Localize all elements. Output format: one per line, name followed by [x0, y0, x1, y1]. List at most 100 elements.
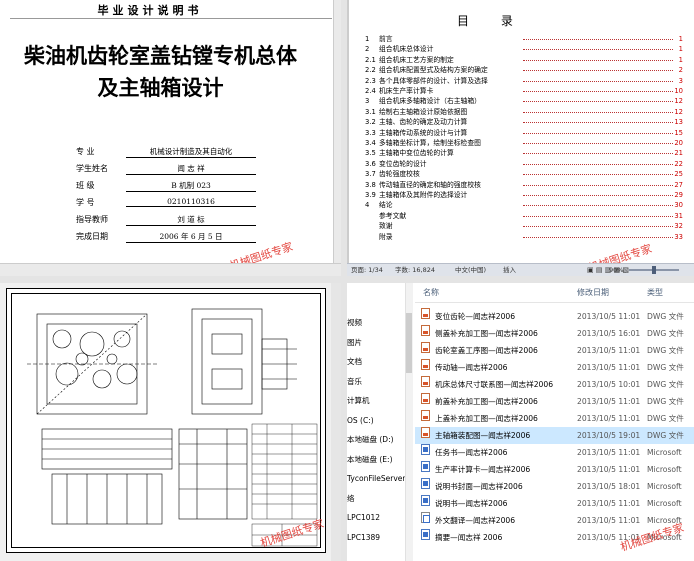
- nav-item[interactable]: 计算机: [347, 394, 370, 408]
- toc-entry-page: 31: [674, 211, 683, 220]
- nav-item[interactable]: 络: [347, 492, 355, 506]
- toc-entry[interactable]: 3.3 主轴箱传动系统的设计与计算 15: [365, 128, 683, 138]
- file-row[interactable]: 生产率计算卡—闻志祥2006 2013/10/5 11:01 Microsoft: [415, 461, 694, 478]
- nav-item[interactable]: LPC1012: [347, 511, 380, 525]
- file-row[interactable]: 机床总体尺寸联系图—闻志祥2006 2013/10/5 10:01 DWG 文件: [415, 376, 694, 393]
- toc-entry[interactable]: 3.1 绘制右主轴箱设计原始依据图 12: [365, 107, 683, 117]
- toc-entry-title: 机床生产率计算卡: [379, 87, 434, 95]
- file-row[interactable]: 侧盖补充加工图—闻志祥2006 2013/10/5 16:01 DWG 文件: [415, 325, 694, 342]
- status-language[interactable]: 中文(中国): [455, 264, 486, 276]
- toc-entry-number: 2.4: [365, 87, 376, 95]
- toc-entry[interactable]: 2.1 组合机床工艺方案的制定 1: [365, 55, 683, 65]
- toc-entry-number: 3.6: [365, 159, 376, 168]
- toc-leader-dots: [523, 153, 673, 155]
- file-type: DWG 文件: [647, 380, 684, 389]
- file-type: DWG 文件: [647, 363, 684, 372]
- toc-leader-dots: [523, 174, 673, 176]
- toc-entry-title: 组合机床工艺方案的制定: [379, 55, 454, 64]
- toc-entry-title: 致谢: [379, 222, 393, 231]
- word-document-icon: [421, 512, 430, 523]
- toc-entry[interactable]: 3.6 变位齿轮的设计 22: [365, 159, 683, 169]
- file-date: 2013/10/5 18:01: [577, 482, 641, 491]
- cover-field-value: B 机制 023: [126, 180, 256, 192]
- panel-divider-horizontal: [0, 276, 694, 283]
- column-date[interactable]: 修改日期: [577, 283, 609, 303]
- toc-entry[interactable]: 3.5 主轴箱中变位齿轮的计算 21: [365, 148, 683, 158]
- toc-leader-dots: [523, 226, 673, 228]
- file-row[interactable]: 前盖补充加工图—闻志祥2006 2013/10/5 11:01 DWG 文件: [415, 393, 694, 410]
- toc-entry[interactable]: 2.2 组合机床配置型式及结构方案的确定 2: [365, 65, 683, 75]
- toc-entry-number: 2: [365, 45, 370, 54]
- column-headers: 名称 修改日期 类型: [415, 283, 694, 303]
- nav-item[interactable]: OS (C:): [347, 414, 374, 428]
- file-date: 2013/10/5 11:01: [577, 397, 641, 406]
- status-zoom[interactable]: 90%: [609, 264, 623, 276]
- dwg-file-icon: [421, 308, 430, 319]
- cover-field-label: 指导教师: [76, 215, 108, 224]
- toc-entry-page: 1: [678, 55, 683, 64]
- nav-item[interactable]: 音乐: [347, 375, 362, 389]
- file-row[interactable]: 主轴箱装配图—闻志祥2006 2013/10/5 19:01 DWG 文件: [415, 427, 694, 444]
- column-name[interactable]: 名称: [423, 283, 439, 303]
- toc-entry-number: 3.7: [365, 170, 376, 179]
- nav-scrollbar-thumb[interactable]: [406, 313, 412, 373]
- toc-entry[interactable]: 2.4 机床生产率计算卡 10: [365, 86, 683, 96]
- file-row[interactable]: 上盖补充加工图—闻志祥2006 2013/10/5 11:01 DWG 文件: [415, 410, 694, 427]
- toc-entry[interactable]: 3.7 齿轮强度校核 25: [365, 169, 683, 179]
- toc-entry[interactable]: 附录 33: [365, 232, 683, 242]
- toc-entry[interactable]: 致谢 32: [365, 221, 683, 231]
- file-name: 机床总体尺寸联系图—闻志祥2006: [435, 380, 554, 389]
- toc-entry[interactable]: 2 组合机床总体设计 1: [365, 44, 683, 54]
- toc-entry-number: 3.3: [365, 128, 376, 137]
- file-row[interactable]: 说明书封面—闻志祥2006 2013/10/5 18:01 Microsoft: [415, 478, 694, 495]
- toc-entry[interactable]: 2.3 各个具体零部件的设计、计算及选择 3: [365, 76, 683, 86]
- toc-leader-dots: [523, 143, 673, 144]
- toc-entry[interactable]: 3 组合机床多轴箱设计（右主轴箱） 12: [365, 96, 683, 106]
- toc-entry[interactable]: 3.2 主轴、齿轮的确定及动力计算 13: [365, 117, 683, 127]
- file-row[interactable]: 齿轮室盖工序图—闻志祥2006 2013/10/5 11:01 DWG 文件: [415, 342, 694, 359]
- file-type: DWG 文件: [647, 431, 684, 440]
- toc-entry[interactable]: 1 前言 1: [365, 34, 683, 44]
- nav-item[interactable]: LPC1389: [347, 531, 380, 545]
- file-row[interactable]: 外文翻译—闻志祥2006 2013/10/5 11:01 Microsoft: [415, 512, 694, 529]
- file-row[interactable]: 说明书—闻志祥2006 2013/10/5 11:01 Microsoft: [415, 495, 694, 512]
- status-mode[interactable]: 插入: [503, 264, 516, 276]
- toc-entry-title: 多轴箱坐标计算，绘制坐标检查图: [379, 139, 481, 147]
- cad-scrollbar[interactable]: [331, 283, 341, 561]
- toc-entry-number: 3.4: [365, 139, 376, 147]
- toc-entry[interactable]: 参考文献 31: [365, 211, 683, 221]
- file-row[interactable]: 变位齿轮—闻志祥2006 2013/10/5 11:01 DWG 文件: [415, 308, 694, 325]
- cad-drawing-sheet[interactable]: 机械图纸专家: [6, 288, 326, 553]
- column-type[interactable]: 类型: [647, 283, 663, 303]
- page-edge: [347, 0, 349, 263]
- toc-entry-page: 1: [678, 35, 683, 43]
- toc-entry-title: 组合机床配置型式及结构方案的确定: [379, 66, 488, 75]
- file-row[interactable]: 任务书—闻志祥2006 2013/10/5 11:01 Microsoft: [415, 444, 694, 461]
- status-page[interactable]: 页面: 1/34: [351, 264, 383, 276]
- nav-item[interactable]: 本地磁盘 (D:): [347, 433, 394, 447]
- vertical-ruler: [333, 0, 341, 263]
- nav-item[interactable]: 文档: [347, 355, 362, 369]
- toc-entry[interactable]: 3.9 主轴箱体及其附件的选择设计 29: [365, 190, 683, 200]
- file-name: 前盖补充加工图—闻志祥2006: [435, 397, 538, 406]
- toc-leader-dots: [523, 132, 673, 134]
- toc-entry-page: 25: [674, 170, 683, 179]
- status-words[interactable]: 字数: 16,824: [395, 264, 435, 276]
- nav-item[interactable]: 视频: [347, 316, 362, 330]
- file-date: 2013/10/5 16:01: [577, 329, 641, 338]
- word-document-icon: [421, 461, 430, 472]
- zoom-slider-thumb[interactable]: [652, 266, 656, 274]
- toc-entry[interactable]: 4 结论 30: [365, 200, 683, 210]
- nav-item[interactable]: 本地磁盘 (E:): [347, 453, 393, 467]
- nav-item[interactable]: 图片: [347, 336, 362, 350]
- word-document-icon: [421, 529, 430, 540]
- file-row[interactable]: 传动轴—闻志祥2006 2013/10/5 11:01 DWG 文件: [415, 359, 694, 376]
- file-name: 生产率计算卡—闻志祥2006: [435, 465, 531, 474]
- file-name: 上盖补充加工图—闻志祥2006: [435, 414, 538, 423]
- file-date: 2013/10/5 11:01: [577, 499, 641, 508]
- toc-entry[interactable]: 3.4 多轴箱坐标计算，绘制坐标检查图 20: [365, 138, 683, 148]
- toc-entry[interactable]: 3.8 传动轴直径的确定和轴的强度校核 27: [365, 180, 683, 190]
- toc-entry-page: 10: [674, 87, 683, 95]
- nav-item[interactable]: TyconFileServer: [347, 472, 405, 486]
- toc-leader-dots: [523, 122, 673, 124]
